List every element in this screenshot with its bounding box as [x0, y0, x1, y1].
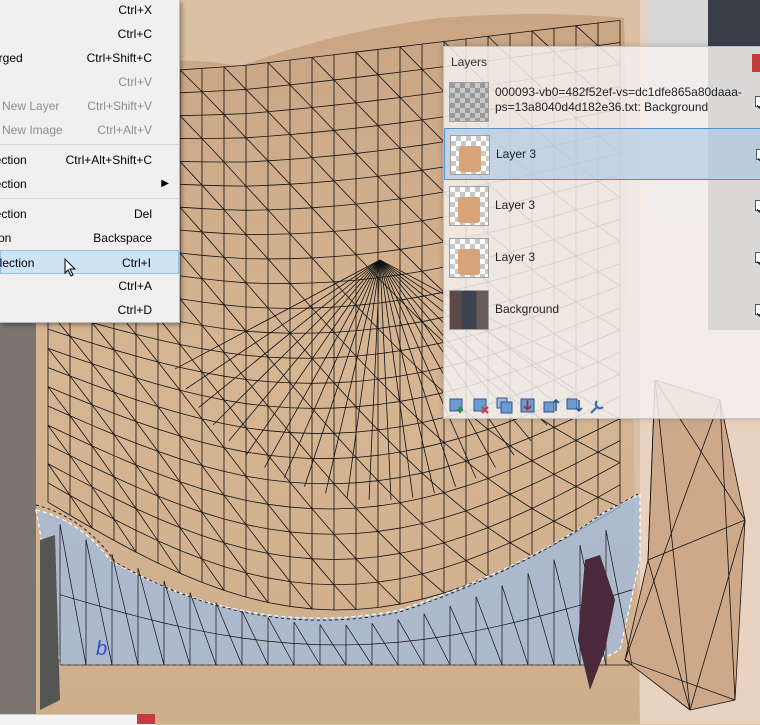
- layer-name: 000093-vb0=482f52ef-vs=dc1dfe865a80daaa-…: [495, 85, 750, 115]
- layer-row[interactable]: 000093-vb0=482f52ef-vs=dc1dfe865a80daaa-…: [444, 76, 760, 128]
- menu-item-label: election: [0, 251, 34, 275]
- menu-item-shortcut: Ctrl+D: [118, 298, 152, 322]
- layers-panel-title: Layers: [451, 55, 487, 69]
- menu-item[interactable]: Ctrl+D: [0, 298, 179, 322]
- brush-mark: b: [96, 638, 107, 660]
- menu-item-shortcut: Ctrl+Alt+V: [97, 118, 152, 142]
- menu-item[interactable]: erged Ctrl+Shift+C: [0, 46, 179, 70]
- add-layer-icon[interactable]: [448, 397, 466, 415]
- menu-item-shortcut: Del: [134, 202, 152, 226]
- menu-item[interactable]: lCtrl+A: [0, 274, 179, 298]
- menu-item-label: erged: [0, 46, 23, 70]
- move-layer-down-icon[interactable]: [565, 397, 583, 415]
- bottom-window-tab[interactable]: [0, 714, 155, 725]
- layer-name: Layer 3: [495, 198, 535, 213]
- menu-item-label: o New Layer: [0, 94, 59, 118]
- close-icon[interactable]: [137, 714, 155, 724]
- menu-item-shortcut: Ctrl+A: [118, 274, 152, 298]
- menu-item-shortcut: Ctrl+Shift+V: [87, 94, 152, 118]
- layer-row[interactable]: Layer 3: [444, 128, 760, 180]
- layer-row[interactable]: Layer 3: [444, 232, 760, 284]
- menu-item[interactable]: lection Del: [0, 202, 179, 226]
- merge-layer-down-icon[interactable]: [519, 397, 537, 415]
- close-icon[interactable]: [752, 54, 760, 72]
- menu-item-shortcut: Backspace: [93, 226, 152, 250]
- mesh-edge: [290, 283, 312, 284]
- menu-item-shortcut: Ctrl+Alt+Shift+C: [66, 148, 152, 172]
- menu-item[interactable]: lection ▶: [0, 172, 179, 196]
- delete-layer-icon[interactable]: [472, 397, 490, 415]
- layer-visibility-checkbox[interactable]: [755, 252, 760, 263]
- menu-item-shortcut: Ctrl+C: [118, 22, 152, 46]
- menu-item-shortcut: Ctrl+Shift+C: [87, 46, 152, 70]
- menu-item[interactable]: Ctrl+X: [0, 0, 179, 22]
- mouse-cursor-icon: [64, 258, 78, 278]
- menu-item-label: lection: [0, 148, 27, 172]
- layer-name: Layer 3: [496, 147, 536, 162]
- menu-item[interactable]: Ctrl+V: [0, 70, 179, 94]
- layer-name: Background: [495, 302, 559, 317]
- layer-visibility-checkbox[interactable]: [755, 200, 760, 211]
- layer-row[interactable]: Background: [444, 284, 760, 336]
- edit-menu: Ctrl+XCtrl+CergedCtrl+Shift+CCtrl+Vo New…: [0, 0, 180, 323]
- duplicate-layer-icon[interactable]: [496, 397, 514, 415]
- chevron-right-icon: ▶: [161, 172, 169, 196]
- menu-item-label: tion: [0, 226, 11, 250]
- layer-visibility-checkbox[interactable]: [755, 96, 760, 107]
- menu-separator: [0, 198, 179, 199]
- menu-item-shortcut: Ctrl+I: [122, 251, 151, 275]
- menu-item-label: lection: [0, 172, 27, 196]
- menu-item-shortcut: Ctrl+X: [118, 0, 152, 22]
- menu-item[interactable]: lection Ctrl+Alt+Shift+C: [0, 148, 179, 172]
- layer-properties-icon[interactable]: [588, 397, 606, 415]
- menu-separator: [0, 144, 179, 145]
- menu-item[interactable]: o New Layer Ctrl+Shift+V: [0, 94, 179, 118]
- mesh-edge: [312, 534, 334, 535]
- menu-item-label: lection: [0, 202, 27, 226]
- layer-thumbnail: [449, 290, 489, 330]
- menu-item[interactable]: election Ctrl+I: [0, 250, 179, 274]
- layer-row[interactable]: Layer 3: [444, 180, 760, 232]
- layer-thumbnail: [450, 135, 490, 175]
- layer-visibility-checkbox[interactable]: [756, 149, 760, 160]
- layer-thumbnail: [449, 186, 489, 226]
- menu-item[interactable]: o New Image Ctrl+Alt+V: [0, 118, 179, 142]
- menu-item[interactable]: Ctrl+C: [0, 22, 179, 46]
- left-strip: [0, 320, 36, 724]
- layer-name: Layer 3: [495, 250, 535, 265]
- move-layer-up-icon[interactable]: [542, 397, 560, 415]
- layer-thumbnail: [449, 238, 489, 278]
- mesh-edge: [268, 234, 290, 235]
- menu-item[interactable]: tion Backspace: [0, 226, 179, 250]
- layer-thumbnail: [449, 82, 489, 122]
- layer-visibility-checkbox[interactable]: [755, 304, 760, 315]
- menu-item-label: o New Image: [0, 118, 63, 142]
- layers-panel: Layers 000093-vb0=482f52ef-vs=dc1dfe865a…: [443, 46, 760, 419]
- menu-item-shortcut: Ctrl+V: [118, 70, 152, 94]
